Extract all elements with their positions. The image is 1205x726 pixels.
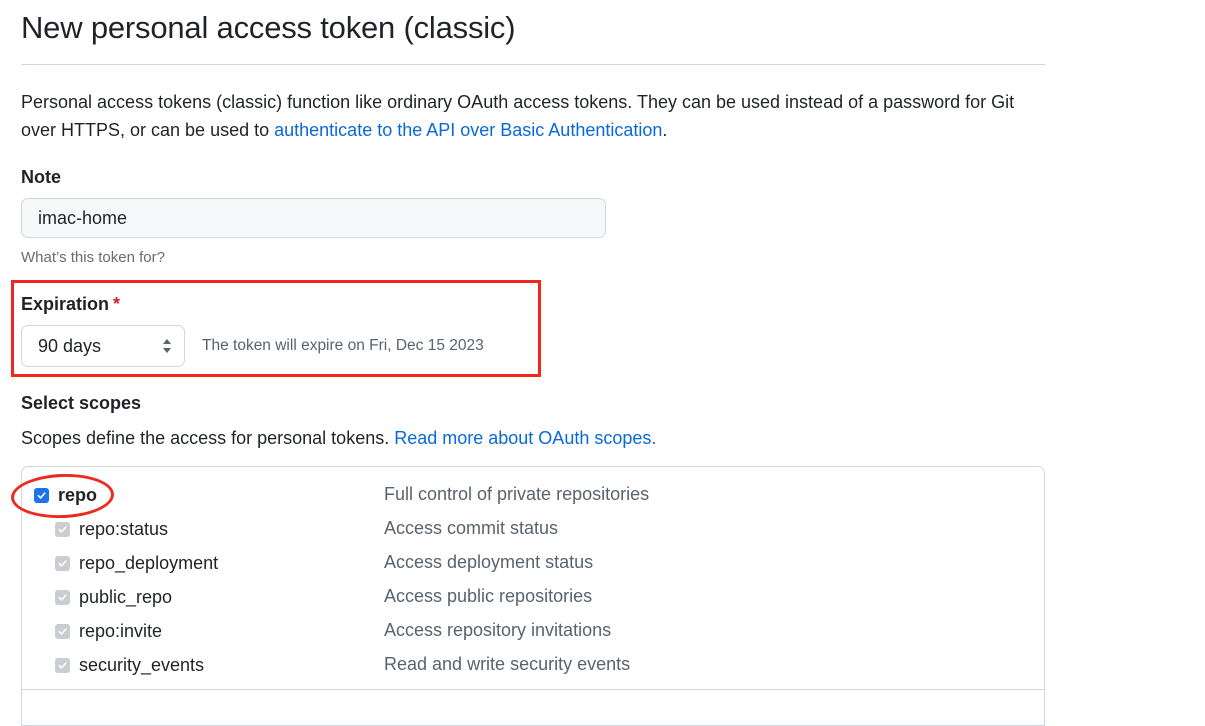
scope-checkbox-repo-deployment[interactable] — [55, 555, 70, 571]
scope-description: Access commit status — [384, 518, 559, 538]
checkmark-icon — [58, 661, 67, 669]
intro-text: Personal access tokens (classic) functio… — [21, 88, 1051, 144]
scope-description: Access public repositories — [384, 586, 593, 606]
checkmark-icon — [58, 559, 67, 567]
checkmark-icon — [58, 593, 67, 601]
expiration-note: The token will expire on Fri, Dec 15 202… — [202, 337, 484, 354]
oauth-scopes-link[interactable]: Read more about OAuth scopes. — [394, 428, 656, 448]
scope-description: Access deployment status — [384, 552, 594, 572]
scopes-description-text: Scopes define the access for personal to… — [21, 428, 395, 448]
scope-name: repo:invite — [79, 620, 163, 641]
scope-description: Access repository invitations — [384, 620, 612, 640]
select-arrows-icon — [163, 339, 171, 353]
scope-name: repo:status — [79, 518, 169, 539]
expiration-selected-value: 90 days — [38, 336, 102, 356]
scopes-description: Scopes define the access for personal to… — [21, 428, 656, 449]
scope-group-divider — [21, 689, 1045, 690]
scope-name: public_repo — [79, 586, 173, 607]
intro-text-end: . — [662, 120, 668, 140]
scope-description: Read and write security events — [384, 654, 631, 674]
scope-row-repo-deployment: repo_deployment — [55, 551, 218, 575]
scope-row-repo-status: repo:status — [55, 517, 168, 541]
note-hint: What’s this token for? — [21, 249, 165, 266]
required-mark: * — [113, 294, 121, 314]
scope-row-public-repo: public_repo — [55, 585, 172, 609]
title-divider — [21, 64, 1045, 65]
expiration-select[interactable]: 90 days — [21, 325, 185, 367]
checkmark-icon — [58, 627, 67, 635]
select-scopes-label: Select scopes — [21, 393, 142, 413]
basic-auth-link[interactable]: authenticate to the API over Basic Authe… — [274, 120, 662, 140]
expiration-label-text: Expiration — [21, 294, 110, 314]
scope-checkbox-security-events[interactable] — [55, 657, 70, 673]
page-title: New personal access token (classic) — [21, 10, 516, 45]
checkmark-icon — [58, 525, 67, 533]
scope-name: repo_deployment — [79, 552, 219, 573]
note-input[interactable] — [21, 198, 606, 238]
note-label: Note — [21, 167, 61, 187]
scope-checkbox-repo-status[interactable] — [55, 521, 70, 537]
scope-checkbox-public-repo[interactable] — [55, 589, 70, 605]
expiration-label: Expiration * — [21, 294, 120, 315]
scope-name: security_events — [79, 654, 205, 675]
scope-description: Full control of private repositories — [384, 484, 650, 504]
scope-row-security-events: security_events — [55, 653, 204, 677]
scope-checkbox-repo-invite[interactable] — [55, 623, 70, 639]
scope-row-repo-invite: repo:invite — [55, 619, 162, 643]
